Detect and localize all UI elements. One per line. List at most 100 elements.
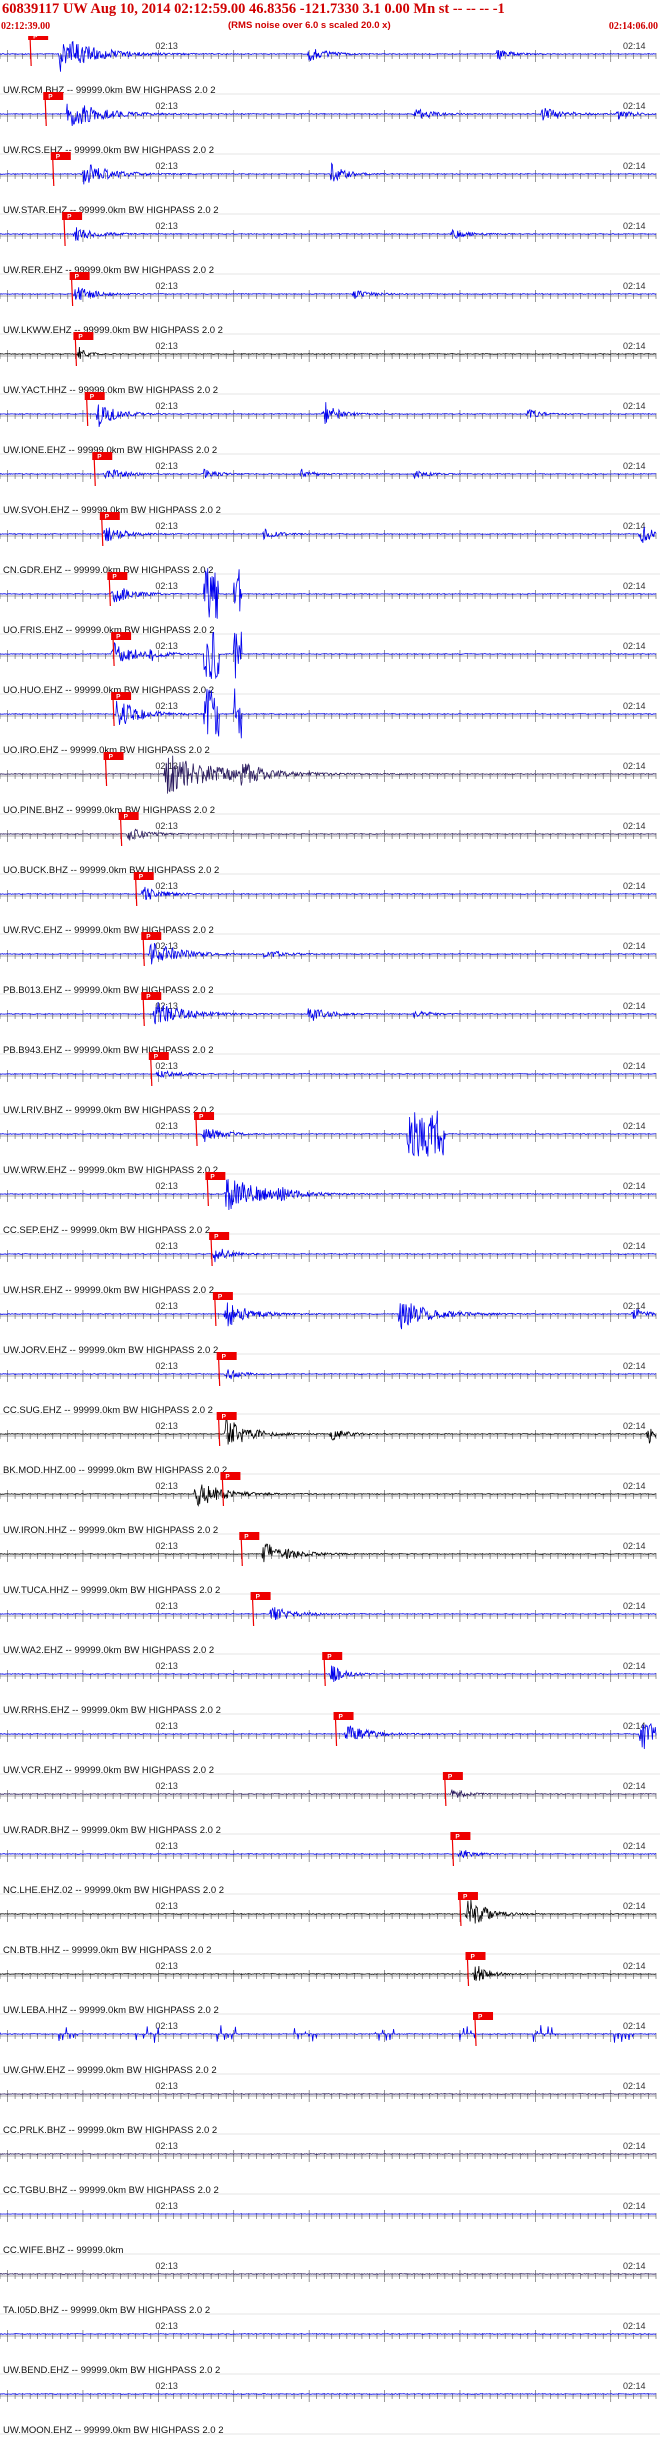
station-label: UO.PINE.BHZ -- 99999.0km BW HIGHPASS 2.0… xyxy=(3,805,215,816)
trace-row-13: 02:13 02:14UO.PINE.BHZ -- 99999.0km BW HI… xyxy=(0,752,660,816)
pick-label: P xyxy=(455,1834,460,1841)
pick-line xyxy=(142,939,145,967)
station-label: UW.MOON.EHZ -- 99999.0km BW HIGHPASS 2.0… xyxy=(3,2425,224,2436)
pick-flag xyxy=(216,1352,237,1360)
minute-label-end: 02:14 xyxy=(623,1961,646,1971)
station-label: UW.BEND.EHZ -- 99999.0km BW HIGHPASS 2.0… xyxy=(3,2365,220,2376)
pick-flag xyxy=(62,212,83,220)
minute-label-end: 02:14 xyxy=(623,2021,646,2031)
pick-flag xyxy=(28,36,49,40)
trace-row-37: 02:13 02:14 CC.WIFE.BHZ -- 99999.0km xyxy=(0,2201,660,2256)
trace-row-20: 02:13 02:14 CC.SEP.EHZ -- 99999.0km BW HIG… xyxy=(0,1172,660,1236)
waveform-trace xyxy=(0,942,656,965)
pick-label: P xyxy=(90,394,95,401)
pick-flag xyxy=(111,632,132,640)
pick-flag xyxy=(111,692,132,700)
pick-line xyxy=(71,279,74,307)
pick-label: P xyxy=(470,1954,475,1961)
minute-label-end: 02:14 xyxy=(623,341,646,351)
trace-row-30: 02:13 02:14 UW.RADR.BHZ -- 99999.0km BW HI… xyxy=(0,1772,660,1836)
waveform-trace xyxy=(0,1369,657,1380)
pick-line xyxy=(29,39,32,67)
pick-label: P xyxy=(210,1174,215,1181)
pick-flag xyxy=(209,1232,230,1240)
minute-label-end: 02:14 xyxy=(623,701,646,711)
station-label: UW.TUCA.HHZ -- 99999.0km BW HIGHPASS 2.0… xyxy=(3,1585,220,1596)
pick-line xyxy=(444,1779,447,1807)
minute-label-end: 02:14 xyxy=(623,2321,646,2331)
waveform-trace xyxy=(0,162,657,185)
minute-label-end: 02:14 xyxy=(623,641,646,651)
pick-flag xyxy=(148,1052,169,1060)
pick-line xyxy=(334,1719,338,1747)
trace-row-31: 02:13 02:14 NC.LHE.EHZ.02 -- 99999.0km BW … xyxy=(0,1832,660,1896)
pick-line xyxy=(218,1359,221,1387)
station-label: UW.IRON.HHZ -- 99999.0km BW HIGHPASS 2.0… xyxy=(3,1525,218,1536)
minute-label-mid: 02:13 xyxy=(155,461,178,471)
waveform-trace xyxy=(0,227,656,242)
pick-label: P xyxy=(222,1354,227,1361)
trace-row-23: 02:13 02:14 CC.SUG.EHZ -- 99999.0km BW HIG… xyxy=(0,1352,660,1416)
minute-label-end: 02:14 xyxy=(623,1601,646,1611)
waveform-trace xyxy=(0,1417,657,1445)
minute-label-end: 02:14 xyxy=(623,1361,646,1371)
minute-label-mid: 02:13 xyxy=(155,2201,178,2211)
trace-row-22: 02:13 02:14 UW.JORV.EHZ -- 99999.0km BW HI… xyxy=(0,1292,660,1356)
waveform-trace xyxy=(0,1002,657,1025)
trace-row-24: 02:13 02:14 BK.MOD.HHZ.00 -- 99999.0km BW … xyxy=(0,1412,660,1476)
pick-label: P xyxy=(56,154,61,161)
minute-label-mid: 02:13 xyxy=(155,1301,178,1311)
trace-row-25: 02:13 02:14 UW.IRON.HHZ -- 99999.0km BW HI… xyxy=(0,1472,660,1536)
pick-flag xyxy=(141,932,162,940)
pick-label: P xyxy=(222,1414,227,1421)
minute-label-end: 02:14 xyxy=(623,1841,646,1851)
minute-label-end: 02:14 xyxy=(623,1901,646,1911)
minute-label-mid: 02:13 xyxy=(155,1901,178,1911)
minute-label-end: 02:14 xyxy=(623,1541,646,1551)
minute-label-mid: 02:13 xyxy=(155,2141,178,2151)
station-label: CC.SEP.EHZ -- 99999.0km BW HIGHPASS 2.0 … xyxy=(3,1225,210,1236)
pick-line xyxy=(221,1479,225,1507)
minute-label-end: 02:14 xyxy=(623,2381,646,2391)
station-label: UW.RVC.EHZ -- 99999.0km BW HIGHPASS 2.0 … xyxy=(3,925,214,936)
minute-label-mid: 02:13 xyxy=(155,1541,178,1551)
pick-label: P xyxy=(214,1234,219,1241)
station-label: TA.I05D.BHZ -- 99999.0km BW HIGHPASS 2.0… xyxy=(3,2305,210,2316)
pick-label: P xyxy=(116,694,121,701)
trace-row-9: 02:13 02:14CN.GDR.EHZ -- 99999.0km BW HIG… xyxy=(0,512,660,576)
trace-row-15: 02:13 02:14 UW.RVC.EHZ -- 99999.0km BW HIG… xyxy=(0,872,660,936)
waveform-trace xyxy=(0,1899,657,1924)
trace-row-35: 02:13 02:14 CC.PRLK.BHZ -- 99999.0km BW HI… xyxy=(0,2081,660,2136)
minute-label-mid: 02:13 xyxy=(155,821,178,831)
trace-row-2: 02:13 02:14 UW.RCS.EHZ -- 99999.0km BW HIG… xyxy=(0,92,660,156)
minute-label-mid: 02:13 xyxy=(155,521,178,531)
minute-label-end: 02:14 xyxy=(623,521,646,531)
minute-label-mid: 02:13 xyxy=(155,221,178,231)
pick-line xyxy=(63,219,66,247)
pick-line xyxy=(150,1059,153,1087)
station-label: UW.LRIV.BHZ -- 99999.0km BW HIGHPASS 2.0… xyxy=(3,1105,214,1116)
trace-row-26: 02:13 02:14 UW.TUCA.HHZ -- 99999.0km BW HI… xyxy=(0,1532,660,1596)
trace-row-17: 02:13 02:14PB.B943.EHZ -- 99999.0km BW HI… xyxy=(0,992,660,1056)
time-start-label: 02:12:39.00 xyxy=(1,21,51,32)
pick-line xyxy=(44,99,47,127)
waveform-trace xyxy=(0,346,657,360)
trace-row-29: 02:13 02:14 UW.VCR.EHZ -- 99999.0km BW HIG… xyxy=(0,1712,660,1776)
waveform-trace xyxy=(0,526,657,543)
minute-label-mid: 02:13 xyxy=(155,641,178,651)
minute-label-end: 02:14 xyxy=(623,2261,646,2271)
minute-label-mid: 02:13 xyxy=(155,1781,178,1791)
minute-label-end: 02:14 xyxy=(623,461,646,471)
minute-label-mid: 02:13 xyxy=(155,701,178,711)
pick-line xyxy=(206,1179,209,1207)
minute-label-end: 02:14 xyxy=(623,1721,646,1731)
station-label: UW.LEBA.HHZ -- 99999.0km BW HIGHPASS 2.0… xyxy=(3,2005,219,2016)
trace-row-14: 02:13 02:14 UO.BUCK.BHZ -- 99999.0km BW HI… xyxy=(0,812,660,876)
minute-label-mid: 02:13 xyxy=(155,2321,178,2331)
pick-flag xyxy=(107,572,128,580)
waveform-trace xyxy=(0,103,657,127)
pick-line xyxy=(210,1239,213,1267)
pick-label: P xyxy=(339,1714,344,1721)
station-label: UW.HSR.EHZ -- 99999.0km BW HIGHPASS 2.0 … xyxy=(3,1285,214,1296)
station-label: UW.RCS.EHZ -- 99999.0km BW HIGHPASS 2.0 … xyxy=(3,145,214,156)
